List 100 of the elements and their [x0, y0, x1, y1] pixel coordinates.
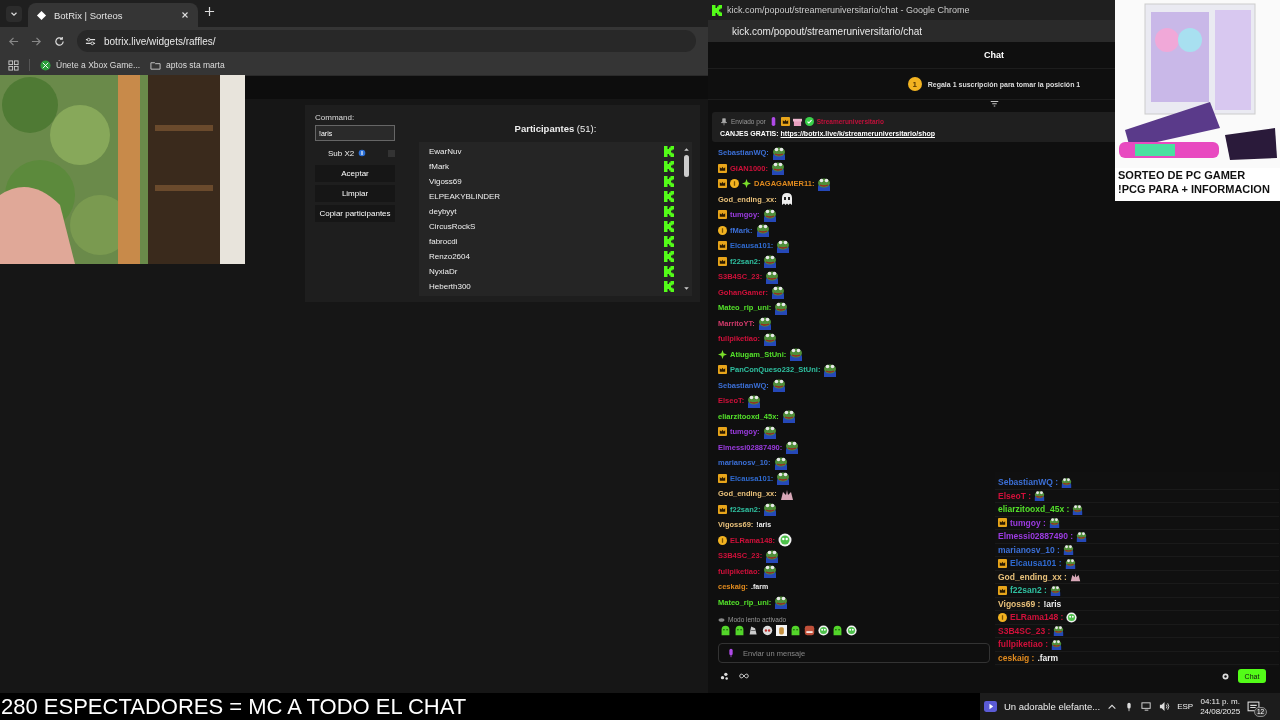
frog-icon	[774, 300, 789, 315]
infinity-icon[interactable]	[738, 671, 750, 681]
speaker-icon[interactable]	[1159, 701, 1171, 712]
kick-logo-icon	[664, 176, 674, 187]
frog-icon	[771, 145, 786, 160]
sliders-icon[interactable]	[85, 35, 96, 47]
participant-name: CircusRockS	[429, 222, 476, 231]
frog-icon	[763, 502, 778, 517]
close-icon[interactable]	[180, 10, 190, 20]
frog-icon	[1049, 584, 1061, 596]
participant-name: fMark	[429, 162, 449, 171]
username[interactable]: SebastianWQ :	[998, 477, 1058, 488]
diamond-logo-icon	[36, 9, 47, 21]
crown-badge-icon	[780, 117, 790, 126]
skull-icon	[762, 625, 773, 636]
crown-badge-icon	[718, 241, 727, 251]
pin-icon	[720, 117, 728, 126]
username[interactable]: Vigoss69 :	[998, 598, 1041, 609]
kick-logo-icon	[664, 146, 674, 157]
bookmark[interactable]: Únete a Xbox Game...	[40, 59, 141, 71]
username[interactable]: God_ending_xx :	[998, 571, 1067, 582]
ghost-icon	[779, 192, 794, 207]
frog-icon	[781, 409, 796, 424]
username[interactable]: f22san2 :	[1010, 585, 1047, 596]
browser-tab[interactable]: BotRix | Sorteos	[28, 3, 198, 27]
forward-arrow-icon[interactable]	[31, 35, 42, 47]
scrollbar-thumb[interactable]	[683, 155, 689, 177]
participant-name: NyxiaDr	[429, 267, 458, 276]
kick-logo-icon	[664, 221, 674, 232]
frog-icon	[765, 269, 780, 284]
plus-icon[interactable]	[204, 6, 215, 17]
frog-icon	[817, 176, 832, 191]
crown-badge-icon	[718, 365, 727, 375]
frog-icon	[1062, 544, 1074, 556]
bubbles-icon[interactable]	[720, 671, 730, 681]
crown-badge-icon	[718, 504, 727, 514]
frog-icon	[763, 564, 778, 579]
frog-icon	[771, 285, 785, 300]
scroll-up-icon[interactable]	[682, 146, 690, 153]
username[interactable]: ELRama148 :	[1010, 612, 1064, 623]
username[interactable]: S3B4SC_23 :	[998, 625, 1051, 636]
kick-logo-icon	[712, 4, 722, 16]
media-play-icon[interactable]	[984, 700, 997, 713]
frog-icon	[1053, 625, 1065, 637]
username[interactable]: tumgoy :	[1010, 517, 1046, 528]
message-text: .farm	[1037, 652, 1059, 663]
ball-icon	[40, 59, 51, 71]
username[interactable]: eliarzitooxd_45x :	[998, 504, 1070, 515]
username[interactable]: ElseoT :	[998, 490, 1032, 501]
folder-icon	[150, 59, 162, 71]
crown-badge-icon	[998, 518, 1007, 528]
frog-icon	[1034, 490, 1046, 502]
filter-icon[interactable]	[989, 100, 999, 109]
username[interactable]: fullpiketiao :	[998, 639, 1049, 650]
language-indicator[interactable]: ESP	[1177, 702, 1194, 711]
rank-coin: 1	[907, 77, 922, 91]
clock[interactable]: 04:11 p. m. 24/08/2025	[1200, 696, 1241, 717]
coin-badge-icon	[730, 179, 739, 189]
username[interactable]: Elcausa101 :	[1010, 558, 1062, 569]
media-title[interactable]: Un adorable elefante...	[1004, 701, 1101, 712]
frog-icon	[757, 316, 772, 331]
frog-icon	[770, 161, 785, 176]
stream-caption: 280 ESPECTADORES = MC A TODO EL CHAT	[0, 693, 467, 720]
tab-list-button[interactable]	[6, 6, 22, 22]
alien-icon	[1066, 611, 1078, 623]
address-bar[interactable]: botrix.live/widgets/raffles/	[77, 30, 696, 52]
raffle-button[interactable]: Copiar participantes	[315, 205, 395, 222]
ad-text: !PCG PARA + INFORMACION	[1117, 182, 1271, 196]
frog-icon	[1076, 530, 1088, 542]
participant-name: Renzo2604	[429, 252, 470, 261]
kick-logo-icon	[664, 251, 674, 262]
participant-name: ELPEAKYBLINDER	[429, 192, 501, 201]
frog-icon	[755, 223, 770, 238]
scroll-down-icon[interactable]	[682, 285, 690, 292]
reload-icon[interactable]	[54, 35, 65, 47]
raffle-button[interactable]: Limpiar	[315, 185, 395, 202]
settings-icon[interactable]	[1221, 671, 1230, 681]
frog-icon	[1048, 517, 1060, 529]
figure-icon	[776, 625, 787, 636]
back-arrow-icon[interactable]	[8, 35, 19, 47]
message-text: !aris	[1043, 598, 1062, 609]
username[interactable]: Elmessi02887490 :	[998, 531, 1074, 542]
frog-icon	[1064, 557, 1076, 569]
alien-icon	[818, 625, 829, 636]
participant-name: fabrocdi	[429, 237, 458, 246]
frog-icon	[1061, 476, 1072, 488]
raffle-button[interactable]: Aceptar	[315, 165, 395, 182]
hands-icon	[1069, 571, 1081, 583]
apps-grid-icon[interactable]	[8, 59, 19, 71]
username[interactable]: marianosv_10 :	[998, 544, 1060, 555]
address-bar[interactable]: kick.com/popout/streameruniversitario/chat	[732, 25, 923, 37]
alien-icon	[846, 625, 857, 636]
info-icon	[358, 149, 367, 157]
window-title: kick.com/popout/streameruniversitario/chat - Google Chrome	[727, 5, 970, 15]
participant-name: deybyyt	[429, 207, 457, 216]
bookmark[interactable]: aptos sta marta	[150, 59, 225, 71]
frog-icon	[776, 471, 791, 486]
blob-icon	[832, 625, 843, 636]
frog-icon	[747, 393, 762, 408]
username[interactable]: ceskaig :	[998, 652, 1035, 663]
